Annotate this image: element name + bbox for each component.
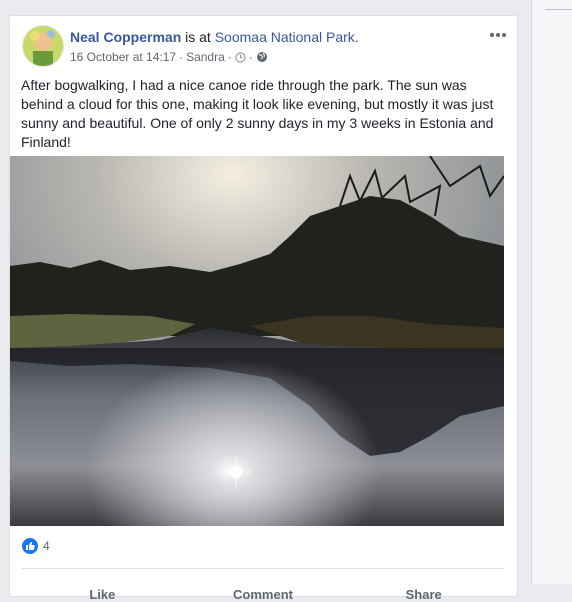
comment-button[interactable]: Comment	[183, 569, 344, 602]
separator-dot: ·	[248, 50, 253, 64]
author-name-link[interactable]: Neal Copperman	[70, 29, 181, 45]
post-action-bar: Like Comment Share	[22, 568, 504, 602]
post-photo[interactable]	[10, 156, 504, 526]
more-dots-icon[interactable]	[490, 31, 510, 39]
separator-dot: ·	[179, 50, 184, 64]
header-line	[545, 9, 572, 10]
like-icon	[22, 538, 38, 554]
reaction-count: 4	[43, 539, 50, 553]
post-date-link[interactable]: 16 October at 14:17	[70, 50, 176, 64]
author-line: Neal Copperman is at Soomaa National Par…	[70, 29, 359, 45]
share-label: Share	[405, 586, 442, 602]
post-card: Neal Copperman is at Soomaa National Par…	[9, 15, 518, 602]
separator-dot: ·	[227, 50, 232, 64]
avatar[interactable]	[22, 25, 64, 67]
right-column-edge	[531, 0, 572, 584]
is-at-text: is at	[185, 29, 211, 45]
post-text: After bogwalking, I had a nice canoe rid…	[21, 77, 494, 150]
comment-label: Comment	[233, 586, 293, 602]
like-label: Like	[89, 586, 116, 602]
column-divider	[531, 0, 532, 584]
like-button[interactable]: Like	[22, 569, 183, 602]
place-link[interactable]: Soomaa National Park.	[215, 29, 359, 45]
tagged-name[interactable]: Sandra	[186, 50, 225, 64]
post-meta: 16 October at 14:17 · Sandra · ·	[70, 50, 268, 64]
share-button[interactable]: Share	[343, 569, 504, 602]
globe-icon[interactable]	[256, 51, 268, 63]
reaction-summary[interactable]: 4	[22, 538, 50, 554]
clock-icon	[235, 51, 246, 63]
